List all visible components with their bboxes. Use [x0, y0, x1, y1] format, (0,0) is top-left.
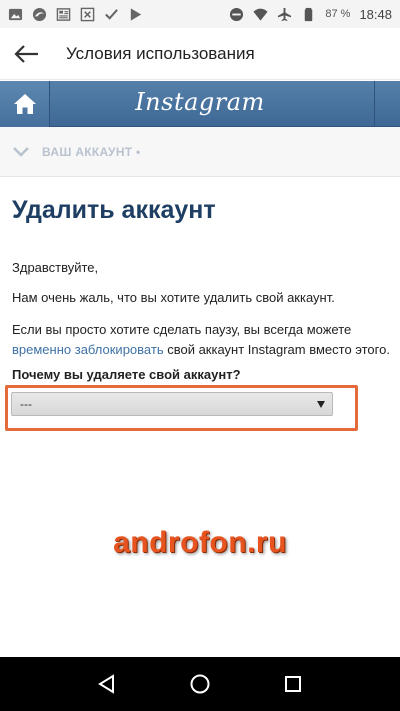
check-icon: [105, 8, 118, 20]
news-icon: [56, 7, 71, 21]
app-bar: Условия использования: [0, 28, 400, 80]
wifi-icon: [253, 8, 268, 21]
instagram-logo[interactable]: Instagram: [0, 88, 400, 116]
arrow-left-icon: [14, 44, 38, 63]
header-right-edge: [374, 81, 400, 127]
greeting-text: Здравствуйте,: [12, 260, 99, 275]
back-button[interactable]: [0, 28, 52, 80]
pause-rest-text: свой аккаунт Instagram вместо этого.: [163, 342, 390, 357]
nav-back-button[interactable]: [87, 664, 127, 704]
circle-home-icon: [190, 674, 210, 694]
delete-reason-select[interactable]: ---: [11, 392, 333, 416]
breadcrumb-label: ВАШ АККАУНТ •: [42, 144, 141, 159]
cross-box-icon: [80, 7, 95, 21]
battery-icon: [305, 7, 313, 21]
navigation-bar: [0, 657, 400, 711]
nav-recents-button[interactable]: [273, 664, 313, 704]
status-right-icons: 87 % 18:48: [229, 7, 392, 22]
pause-text: Если вы просто хотите сделать паузу, вы …: [12, 322, 352, 337]
dnd-icon: [230, 7, 244, 21]
square-recents-icon: [285, 676, 302, 692]
nav-home-button[interactable]: [180, 664, 220, 704]
temporarily-block-link[interactable]: временно заблокировать: [12, 342, 164, 357]
airplane-icon: [278, 7, 292, 21]
instagram-header: Instagram: [0, 81, 400, 127]
browser-icon: [32, 7, 47, 21]
play-store-icon: [130, 7, 142, 21]
pause-paragraph: Если вы просто хотите сделать паузу, вы …: [12, 320, 390, 360]
delete-reason-label: Почему вы удаляете свой аккаунт?: [12, 367, 241, 382]
breadcrumb[interactable]: ВАШ АККАУНТ •: [0, 127, 400, 177]
watermark: androfon.ru: [113, 526, 287, 559]
status-bar: 87 % 18:48: [0, 0, 400, 28]
battery-percent: 87 %: [325, 8, 351, 20]
app-bar-title: Условия использования: [66, 43, 255, 63]
chevron-down-icon: [13, 146, 29, 157]
status-left-icons: [8, 7, 143, 22]
sorry-text: Нам очень жаль, что вы хотите удалить св…: [12, 290, 335, 305]
select-value: ---: [20, 397, 32, 411]
page-title: Удалить аккаунт: [12, 196, 216, 224]
triangle-back-icon: [97, 674, 114, 694]
clock: 18:48: [359, 6, 392, 22]
dropdown-arrow-icon: [317, 401, 325, 408]
photo-icon: [8, 8, 23, 20]
